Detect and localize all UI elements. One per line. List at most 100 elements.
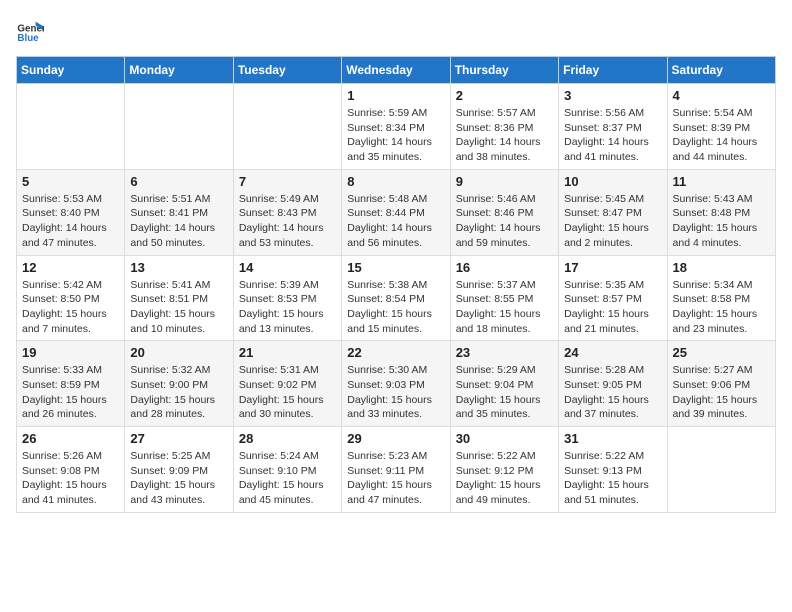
calendar-cell: 1 Sunrise: 5:59 AM Sunset: 8:34 PM Daylig… [342, 84, 450, 170]
col-header-friday: Friday [559, 57, 667, 84]
day-info: Sunrise: 5:22 AM Sunset: 9:13 PM Dayligh… [564, 449, 661, 508]
calendar-cell: 30Sunrise: 5:22 AM Sunset: 9:12 PM Dayli… [450, 427, 558, 513]
day-number: 15 [347, 260, 444, 275]
col-header-wednesday: Wednesday [342, 57, 450, 84]
day-info: Sunrise: 5:33 AM Sunset: 8:59 PM Dayligh… [22, 363, 119, 422]
col-header-thursday: Thursday [450, 57, 558, 84]
day-info: Sunrise: 5:39 AM Sunset: 8:53 PM Dayligh… [239, 278, 336, 337]
calendar-cell: 11 Sunrise: 5:43 AM Sunset: 8:48 PM Dayli… [667, 169, 775, 255]
day-number: 13 [130, 260, 227, 275]
day-number: 30 [456, 431, 553, 446]
day-info: Sunrise: 5:29 AM Sunset: 9:04 PM Dayligh… [456, 363, 553, 422]
day-info: Sunrise: 5:46 AM Sunset: 8:46 PM Dayligh… [456, 192, 553, 251]
calendar-week-row: 19 Sunrise: 5:33 AM Sunset: 8:59 PM Dayli… [17, 341, 776, 427]
day-number: 27 [130, 431, 227, 446]
day-number: 21 [239, 345, 336, 360]
day-number: 16 [456, 260, 553, 275]
day-info: Sunrise: 5:35 AM Sunset: 8:57 PM Dayligh… [564, 278, 661, 337]
calendar-cell: 24 Sunrise: 5:28 AM Sunset: 9:05 PM Dayli… [559, 341, 667, 427]
calendar-cell: 17 Sunrise: 5:35 AM Sunset: 8:57 PM Dayli… [559, 255, 667, 341]
day-number: 3 [564, 88, 661, 103]
calendar-cell: 12 Sunrise: 5:42 AM Sunset: 8:50 PM Dayli… [17, 255, 125, 341]
day-info: Sunrise: 5:45 AM Sunset: 8:47 PM Dayligh… [564, 192, 661, 251]
calendar-cell: 13 Sunrise: 5:41 AM Sunset: 8:51 PM Dayli… [125, 255, 233, 341]
calendar-cell: 4 Sunrise: 5:54 AM Sunset: 8:39 PM Daylig… [667, 84, 775, 170]
page-header: General Blue [16, 16, 776, 44]
calendar-cell [667, 427, 775, 513]
logo: General Blue [16, 16, 48, 44]
day-info: Sunrise: 5:26 AM Sunset: 9:08 PM Dayligh… [22, 449, 119, 508]
day-number: 29 [347, 431, 444, 446]
col-header-tuesday: Tuesday [233, 57, 341, 84]
calendar-cell: 9 Sunrise: 5:46 AM Sunset: 8:46 PM Daylig… [450, 169, 558, 255]
day-info: Sunrise: 5:48 AM Sunset: 8:44 PM Dayligh… [347, 192, 444, 251]
day-info: Sunrise: 5:38 AM Sunset: 8:54 PM Dayligh… [347, 278, 444, 337]
calendar-cell: 25 Sunrise: 5:27 AM Sunset: 9:06 PM Dayli… [667, 341, 775, 427]
day-info: Sunrise: 5:43 AM Sunset: 8:48 PM Dayligh… [673, 192, 770, 251]
calendar-cell: 7 Sunrise: 5:49 AM Sunset: 8:43 PM Daylig… [233, 169, 341, 255]
calendar-week-row: 12 Sunrise: 5:42 AM Sunset: 8:50 PM Dayli… [17, 255, 776, 341]
day-number: 22 [347, 345, 444, 360]
calendar-cell: 29Sunrise: 5:23 AM Sunset: 9:11 PM Dayli… [342, 427, 450, 513]
day-number: 1 [347, 88, 444, 103]
calendar-cell: 26 Sunrise: 5:26 AM Sunset: 9:08 PM Dayli… [17, 427, 125, 513]
day-info: Sunrise: 5:27 AM Sunset: 9:06 PM Dayligh… [673, 363, 770, 422]
day-info: Sunrise: 5:49 AM Sunset: 8:43 PM Dayligh… [239, 192, 336, 251]
day-info: Sunrise: 5:54 AM Sunset: 8:39 PM Dayligh… [673, 106, 770, 165]
day-info: Sunrise: 5:25 AM Sunset: 9:09 PM Dayligh… [130, 449, 227, 508]
day-number: 20 [130, 345, 227, 360]
calendar-cell: 18Sunrise: 5:34 AM Sunset: 8:58 PM Dayli… [667, 255, 775, 341]
calendar-cell: 31 Sunrise: 5:22 AM Sunset: 9:13 PM Dayli… [559, 427, 667, 513]
day-info: Sunrise: 5:59 AM Sunset: 8:34 PM Dayligh… [347, 106, 444, 165]
day-info: Sunrise: 5:41 AM Sunset: 8:51 PM Dayligh… [130, 278, 227, 337]
day-info: Sunrise: 5:57 AM Sunset: 8:36 PM Dayligh… [456, 106, 553, 165]
day-number: 12 [22, 260, 119, 275]
calendar-cell: 16 Sunrise: 5:37 AM Sunset: 8:55 PM Dayli… [450, 255, 558, 341]
calendar-cell: 28Sunrise: 5:24 AM Sunset: 9:10 PM Dayli… [233, 427, 341, 513]
calendar-cell: 21 Sunrise: 5:31 AM Sunset: 9:02 PM Dayli… [233, 341, 341, 427]
calendar-cell: 23Sunrise: 5:29 AM Sunset: 9:04 PM Dayli… [450, 341, 558, 427]
day-info: Sunrise: 5:42 AM Sunset: 8:50 PM Dayligh… [22, 278, 119, 337]
day-number: 31 [564, 431, 661, 446]
day-number: 7 [239, 174, 336, 189]
calendar-cell: 6 Sunrise: 5:51 AM Sunset: 8:41 PM Daylig… [125, 169, 233, 255]
calendar-cell [17, 84, 125, 170]
day-number: 4 [673, 88, 770, 103]
calendar-cell: 10 Sunrise: 5:45 AM Sunset: 8:47 PM Dayli… [559, 169, 667, 255]
day-number: 10 [564, 174, 661, 189]
day-number: 6 [130, 174, 227, 189]
day-number: 11 [673, 174, 770, 189]
calendar-table: SundayMondayTuesdayWednesdayThursdayFrid… [16, 56, 776, 513]
logo-icon: General Blue [16, 16, 44, 44]
day-info: Sunrise: 5:37 AM Sunset: 8:55 PM Dayligh… [456, 278, 553, 337]
day-info: Sunrise: 5:51 AM Sunset: 8:41 PM Dayligh… [130, 192, 227, 251]
day-number: 24 [564, 345, 661, 360]
day-number: 26 [22, 431, 119, 446]
calendar-cell: 14 Sunrise: 5:39 AM Sunset: 8:53 PM Dayli… [233, 255, 341, 341]
calendar-week-row: 5Sunrise: 5:53 AM Sunset: 8:40 PM Daylig… [17, 169, 776, 255]
calendar-cell: 5Sunrise: 5:53 AM Sunset: 8:40 PM Daylig… [17, 169, 125, 255]
calendar-cell: 15 Sunrise: 5:38 AM Sunset: 8:54 PM Dayli… [342, 255, 450, 341]
day-info: Sunrise: 5:28 AM Sunset: 9:05 PM Dayligh… [564, 363, 661, 422]
day-number: 25 [673, 345, 770, 360]
day-number: 14 [239, 260, 336, 275]
calendar-cell: 3Sunrise: 5:56 AM Sunset: 8:37 PM Daylig… [559, 84, 667, 170]
day-number: 8 [347, 174, 444, 189]
day-number: 2 [456, 88, 553, 103]
day-number: 17 [564, 260, 661, 275]
day-number: 19 [22, 345, 119, 360]
day-info: Sunrise: 5:53 AM Sunset: 8:40 PM Dayligh… [22, 192, 119, 251]
day-info: Sunrise: 5:31 AM Sunset: 9:02 PM Dayligh… [239, 363, 336, 422]
day-number: 28 [239, 431, 336, 446]
day-info: Sunrise: 5:34 AM Sunset: 8:58 PM Dayligh… [673, 278, 770, 337]
col-header-sunday: Sunday [17, 57, 125, 84]
calendar-cell: 2 Sunrise: 5:57 AM Sunset: 8:36 PM Daylig… [450, 84, 558, 170]
day-info: Sunrise: 5:32 AM Sunset: 9:00 PM Dayligh… [130, 363, 227, 422]
calendar-cell: 22Sunrise: 5:30 AM Sunset: 9:03 PM Dayli… [342, 341, 450, 427]
calendar-cell: 27 Sunrise: 5:25 AM Sunset: 9:09 PM Dayli… [125, 427, 233, 513]
calendar-cell: 20 Sunrise: 5:32 AM Sunset: 9:00 PM Dayli… [125, 341, 233, 427]
calendar-cell [125, 84, 233, 170]
day-number: 9 [456, 174, 553, 189]
calendar-week-row: 1 Sunrise: 5:59 AM Sunset: 8:34 PM Daylig… [17, 84, 776, 170]
col-header-monday: Monday [125, 57, 233, 84]
